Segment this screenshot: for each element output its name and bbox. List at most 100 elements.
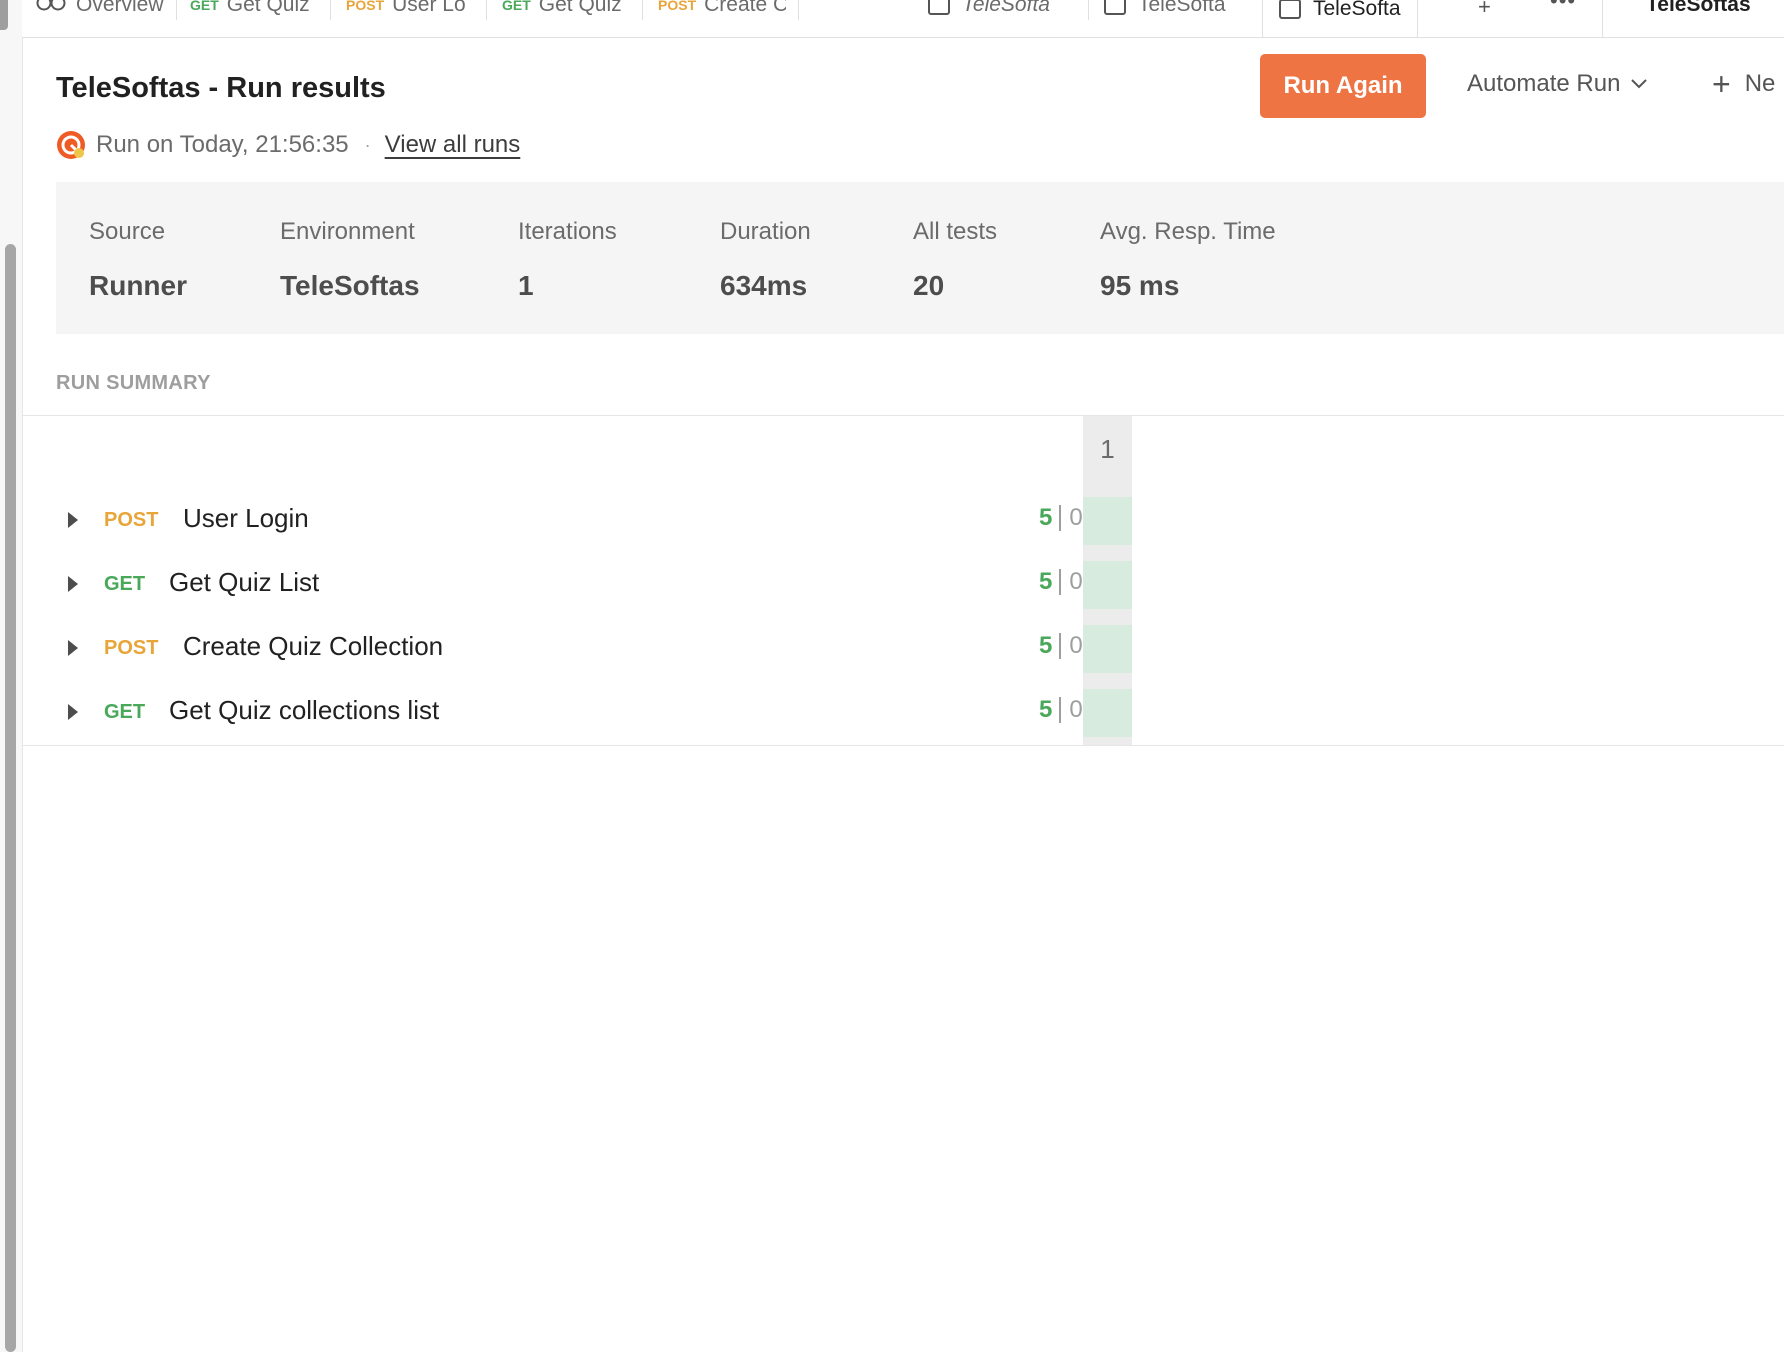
automate-run-dropdown[interactable]: Automate Run [1467, 70, 1648, 98]
iteration-header: 1 [1100, 434, 1115, 464]
tab-get-quiz[interactable]: GET Get Quiz [190, 0, 322, 20]
automate-run-label: Automate Run [1467, 70, 1621, 97]
failed-count: 0 [1069, 568, 1083, 595]
run-stats-panel: Source Runner Environment TeleSoftas Ite… [56, 182, 1784, 334]
tab-label: Overview [76, 0, 164, 16]
stat-environment: Environment TeleSoftas [280, 218, 420, 302]
more-tabs-icon[interactable]: ••• [1550, 0, 1576, 14]
iteration-cell-pass[interactable] [1083, 497, 1132, 545]
runner-icon [1279, 0, 1301, 19]
tab-overview[interactable]: Overview [36, 0, 172, 20]
tab-method: GET [190, 0, 219, 13]
tab-collection[interactable]: TeleSofta [928, 0, 1058, 20]
sidebar-handle[interactable] [0, 0, 8, 30]
tab-method: GET [502, 0, 531, 13]
count-divider [1059, 505, 1062, 531]
runner-icon [1104, 0, 1126, 15]
stat-value: TeleSoftas [280, 270, 420, 301]
vertical-scrollbar[interactable] [5, 244, 16, 1352]
stat-value: Runner [89, 270, 187, 301]
stat-value: 634ms [720, 270, 808, 301]
environment-selector[interactable]: TeleSoftas [1646, 0, 1784, 20]
tab-label: User Lo [392, 0, 466, 16]
stat-iterations: Iterations 1 [518, 218, 617, 302]
expand-caret-icon[interactable] [68, 640, 78, 656]
tab-divider [176, 0, 177, 20]
passed-count: 5 [1039, 696, 1053, 723]
request-method: POST [104, 637, 159, 659]
expand-caret-icon[interactable] [68, 576, 78, 592]
tab-bar: Overview GET Get Quiz POST User Lo GET G… [22, 0, 1784, 38]
run-again-button[interactable]: Run Again [1260, 54, 1426, 118]
chevron-down-icon [1631, 79, 1648, 89]
new-button[interactable]: + Ne [1712, 66, 1776, 102]
tab-divider [1088, 0, 1089, 20]
iteration-cell-pass[interactable] [1083, 625, 1132, 673]
new-label: Ne [1744, 70, 1776, 97]
passed-count: 5 [1039, 504, 1053, 531]
stat-value: 20 [913, 270, 945, 301]
tab-divider [486, 0, 487, 20]
request-row[interactable]: GET Get Quiz List 5 0 [22, 554, 1083, 614]
tab-label: TeleSofta [1138, 0, 1226, 16]
view-all-runs-link[interactable]: View all runs [385, 131, 521, 159]
stat-source: Source Runner [89, 218, 187, 302]
stat-label: All tests [913, 218, 998, 245]
overview-icon [36, 0, 66, 17]
request-row[interactable]: POST Create Quiz Collection 5 0 [22, 618, 1083, 678]
request-name: User Login [183, 503, 309, 533]
failed-count: 0 [1069, 504, 1083, 531]
tab-create-collection[interactable]: POST Create C [658, 0, 786, 20]
count-divider [1059, 569, 1062, 595]
run-info: Run on Today, 21:56:35 · View all runs [56, 130, 520, 160]
tab-method: POST [346, 0, 385, 13]
iteration-cell-pass[interactable] [1083, 561, 1132, 609]
request-row[interactable]: GET Get Quiz collections list 5 0 [22, 682, 1083, 742]
request-name: Create Quiz Collection [183, 631, 444, 661]
collection-icon [928, 0, 950, 15]
divider [22, 415, 1784, 416]
tab-label: TeleSofta [1313, 0, 1401, 20]
divider [22, 745, 1784, 746]
stat-label: Iterations [518, 218, 617, 245]
run-summary-heading: RUN SUMMARY [56, 372, 211, 394]
stat-all-tests: All tests 20 [913, 218, 997, 302]
environment-label: TeleSoftas [1646, 0, 1751, 16]
test-counts: 5 0 [1039, 568, 1083, 596]
expand-caret-icon[interactable] [68, 704, 78, 720]
tab-label: TeleSofta [962, 0, 1050, 16]
expand-caret-icon[interactable] [68, 512, 78, 528]
failed-count: 0 [1069, 632, 1083, 659]
new-tab-icon[interactable]: + [1478, 0, 1491, 20]
stat-label: Duration [720, 218, 811, 245]
iteration-cell-pass[interactable] [1083, 689, 1132, 737]
tab-get-quiz-2[interactable]: GET Get Quiz [502, 0, 630, 20]
run-timestamp: Run on Today, 21:56:35 [96, 131, 349, 158]
page-title: TeleSoftas - Run results [56, 72, 386, 104]
stat-duration: Duration 634ms [720, 218, 811, 302]
postman-icon [57, 131, 85, 159]
tab-runner-active[interactable]: TeleSofta [1262, 0, 1418, 37]
tab-method: POST [658, 0, 697, 13]
stat-value: 95 ms [1100, 270, 1180, 301]
count-divider [1059, 633, 1062, 659]
test-counts: 5 0 [1039, 632, 1083, 660]
request-row[interactable]: POST User Login 5 0 [22, 490, 1083, 550]
test-counts: 5 0 [1039, 696, 1083, 724]
stat-label: Environment [280, 218, 415, 245]
tab-user-login[interactable]: POST User Lo [346, 0, 474, 20]
test-counts: 5 0 [1039, 504, 1083, 532]
tab-divider [330, 0, 331, 20]
tab-runner-1[interactable]: TeleSofta [1104, 0, 1234, 20]
tab-divider [642, 0, 643, 20]
passed-count: 5 [1039, 632, 1053, 659]
tab-label: Create C [704, 0, 786, 16]
tab-label: Get Quiz [538, 0, 622, 16]
plus-icon: + [1712, 66, 1731, 102]
tab-divider [798, 0, 799, 20]
request-method: GET [104, 573, 146, 595]
tab-label: Get Quiz [226, 0, 310, 16]
request-method: GET [104, 701, 146, 723]
failed-count: 0 [1069, 696, 1083, 723]
stat-label: Avg. Resp. Time [1100, 218, 1276, 245]
